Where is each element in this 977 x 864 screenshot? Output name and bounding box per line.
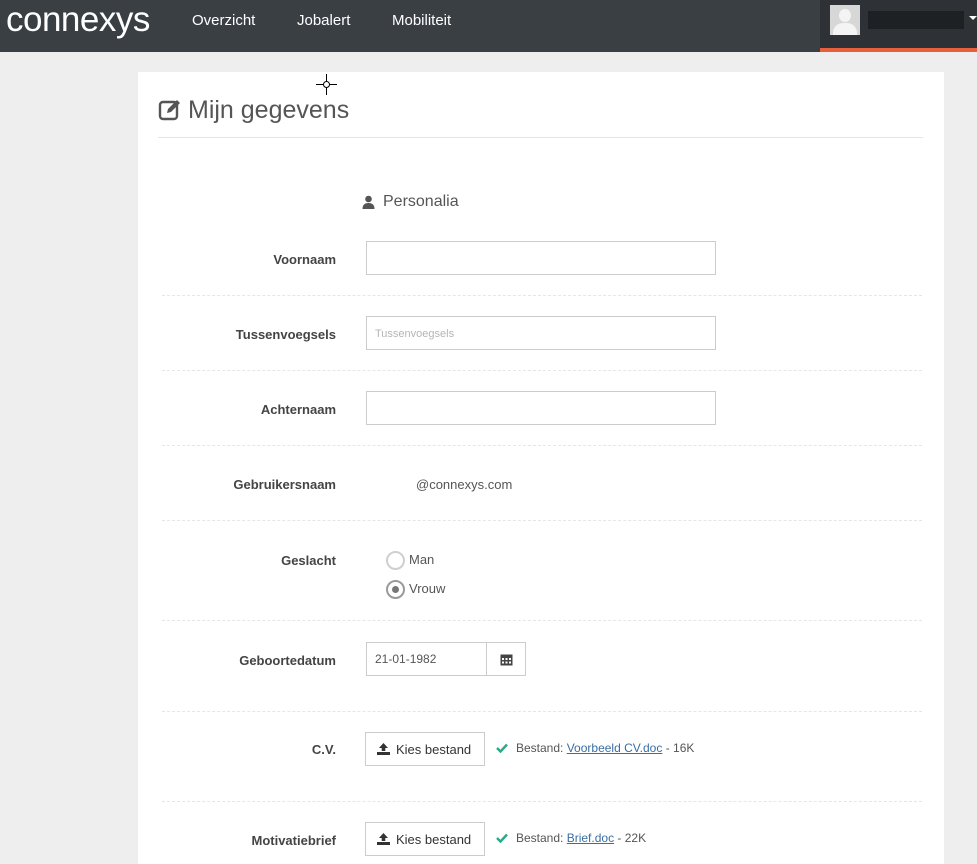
chevron-down-icon bbox=[969, 16, 977, 20]
crosshair-cursor-icon bbox=[316, 74, 337, 95]
motivatiebrief-choose-file-button[interactable]: Kies bestand bbox=[365, 822, 485, 856]
avatar bbox=[830, 5, 860, 35]
profile-panel: Mijn gegevens Personalia Voornaam Tussen… bbox=[138, 72, 944, 864]
edit-icon bbox=[158, 100, 180, 121]
cv-file-info: Bestand: Voorbeeld CV.doc - 16K bbox=[496, 741, 694, 755]
check-icon bbox=[496, 743, 508, 753]
divider bbox=[162, 520, 922, 521]
cv-file-size: - 16K bbox=[665, 741, 695, 755]
voornaam-input[interactable] bbox=[366, 241, 716, 275]
calendar-button[interactable] bbox=[486, 642, 526, 676]
upload-icon bbox=[377, 743, 390, 755]
nav-item-jobalert[interactable]: Jobalert bbox=[297, 12, 350, 29]
connexys-logo[interactable]: connexys bbox=[6, 1, 150, 39]
geslacht-label: Geslacht bbox=[281, 553, 336, 568]
check-icon bbox=[496, 833, 508, 843]
user-icon bbox=[362, 195, 375, 209]
geboortedatum-label: Geboortedatum bbox=[239, 653, 336, 668]
cv-file-link[interactable]: Voorbeeld CV.doc bbox=[567, 741, 663, 755]
geboortedatum-input[interactable] bbox=[366, 642, 487, 676]
top-navbar: connexys Overzicht Jobalert Mobiliteit bbox=[0, 0, 977, 52]
divider bbox=[162, 801, 922, 802]
achternaam-label: Achternaam bbox=[260, 402, 336, 417]
nav-item-overzicht[interactable]: Overzicht bbox=[192, 12, 255, 29]
motivatiebrief-choose-file-label: Kies bestand bbox=[396, 832, 472, 847]
divider bbox=[162, 620, 922, 621]
cv-file-prefix: Bestand: bbox=[516, 741, 564, 755]
divider bbox=[162, 445, 922, 446]
nav-item-mobiliteit[interactable]: Mobiliteit bbox=[392, 12, 451, 29]
gebruikersnaam-value: @connexys.com bbox=[416, 477, 513, 492]
divider bbox=[162, 370, 922, 371]
motivatiebrief-file-info: Bestand: Brief.doc - 22K bbox=[496, 831, 646, 845]
upload-icon bbox=[377, 833, 390, 845]
radio-man[interactable] bbox=[386, 551, 405, 570]
radio-vrouw-label: Vrouw bbox=[409, 581, 446, 596]
divider bbox=[162, 295, 922, 296]
cv-choose-file-button[interactable]: Kies bestand bbox=[365, 732, 485, 766]
divider bbox=[162, 711, 922, 712]
voornaam-label: Voornaam bbox=[273, 252, 336, 267]
motivatiebrief-label: Motivatiebrief bbox=[251, 833, 336, 848]
motivatiebrief-file-prefix: Bestand: bbox=[516, 831, 564, 845]
tussenvoegsels-label: Tussenvoegsels bbox=[235, 327, 336, 342]
radio-man-label: Man bbox=[409, 552, 435, 567]
page-header: Mijn gegevens bbox=[158, 94, 923, 138]
user-name-redacted bbox=[868, 11, 964, 29]
gebruikersnaam-label: Gebruikersnaam bbox=[233, 477, 336, 492]
page-title: Mijn gegevens bbox=[188, 96, 350, 124]
cv-label: C.V. bbox=[311, 742, 336, 757]
motivatiebrief-file-link[interactable]: Brief.doc bbox=[567, 831, 614, 845]
section-title-text: Personalia bbox=[383, 193, 459, 210]
cv-choose-file-label: Kies bestand bbox=[396, 742, 472, 757]
calendar-icon bbox=[500, 654, 513, 666]
tussenvoegsels-input[interactable] bbox=[366, 316, 716, 350]
achternaam-input[interactable] bbox=[366, 391, 716, 425]
user-menu-toggle[interactable] bbox=[820, 0, 977, 52]
radio-vrouw[interactable] bbox=[386, 580, 405, 599]
motivatiebrief-file-size: - 22K bbox=[617, 831, 647, 845]
